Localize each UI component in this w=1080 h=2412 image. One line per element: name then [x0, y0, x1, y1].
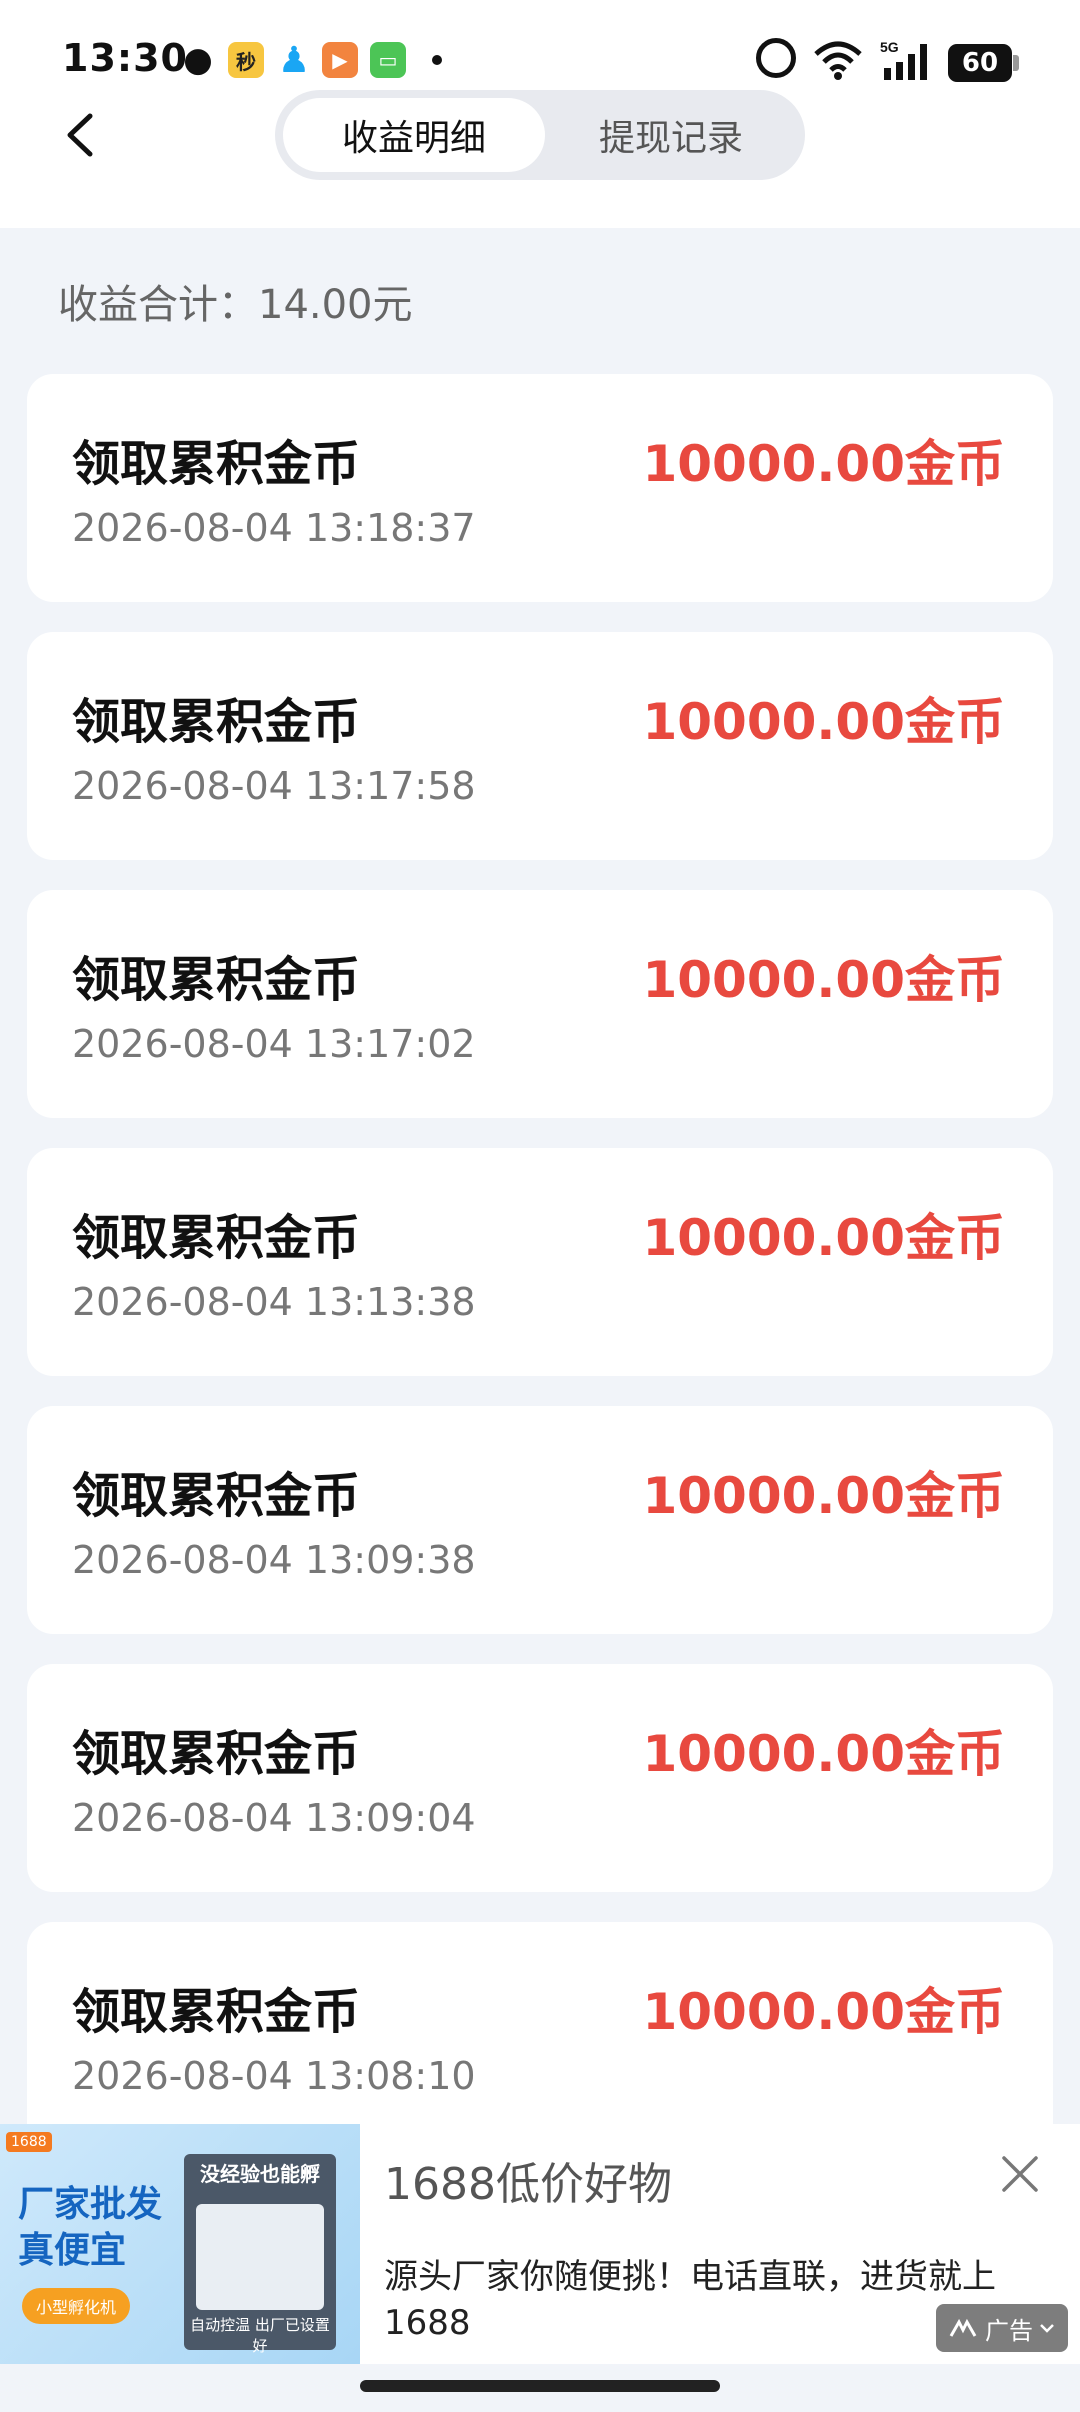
record-amount: 10000.00金币: [642, 1467, 1005, 1525]
close-icon[interactable]: [998, 2152, 1042, 2196]
ad-product-caption-bottom: 自动控温 出厂已设置好: [190, 2316, 330, 2355]
message-app-icon: ▭: [370, 42, 406, 78]
ad-product-inner: [196, 2204, 324, 2310]
ad-image-pill: 小型孵化机: [22, 2288, 131, 2324]
wifi-icon: [814, 41, 862, 80]
ad-image-logo: 1688: [6, 2132, 52, 2152]
record-card: 领取累积金币 2026-08-04 13:09:38 10000.00金币: [27, 1406, 1053, 1634]
wechat-icon: ●: [183, 40, 213, 80]
ad-banner[interactable]: 1688 厂家批发 真便宜 小型孵化机 没经验也能孵 自动控温 出厂已设置好 1…: [0, 2124, 1080, 2364]
tab-withdrawal-records[interactable]: 提现记录: [545, 98, 797, 172]
ad-badge-label: 广告: [985, 2316, 1033, 2345]
record-card: 领取累积金币 2026-08-04 13:09:04 10000.00金币: [27, 1664, 1053, 1892]
ad-platform-icon: [949, 2318, 977, 2337]
notification-app-icon: 秒: [228, 42, 264, 78]
ad-product-caption-top: 没经验也能孵: [200, 2162, 320, 2186]
ad-badge[interactable]: 广告: [936, 2304, 1068, 2352]
record-time: 2026-08-04 13:17:02: [72, 1022, 476, 1066]
record-card: 领取累积金币 2026-08-04 13:17:02 10000.00金币: [27, 890, 1053, 1118]
ad-image-headline-line1: 厂家批发: [18, 2184, 163, 2225]
record-title: 领取累积金币: [72, 436, 361, 492]
record-title: 领取累积金币: [72, 1468, 361, 1524]
record-amount: 10000.00金币: [642, 693, 1005, 751]
network-type-label: 5G: [880, 39, 899, 55]
status-time: 13:30: [62, 36, 188, 80]
record-title: 领取累积金币: [72, 694, 361, 750]
more-notifications-dot: [432, 55, 442, 65]
back-icon[interactable]: [60, 110, 100, 160]
chevron-down-icon: [1040, 2324, 1054, 2333]
record-title: 领取累积金币: [72, 952, 361, 1008]
record-title: 领取累积金币: [72, 1210, 361, 1266]
record-amount: 10000.00金币: [642, 951, 1005, 1009]
video-app-icon: ▶: [322, 42, 358, 78]
alarm-icon: [756, 38, 796, 78]
page: 13:30 ● 秒 ♟ ▶ ▭ 5G 60 收益明细 提现记录 收益合计：14.…: [0, 0, 1080, 2412]
battery-tip: [1013, 55, 1019, 71]
record-title: 领取累积金币: [72, 1726, 361, 1782]
record-amount: 10000.00金币: [642, 435, 1005, 493]
tab-switcher: 收益明细 提现记录: [275, 90, 805, 180]
ad-image-headline: 厂家批发 真便宜: [18, 2182, 162, 2274]
record-time: 2026-08-04 13:13:38: [72, 1280, 476, 1324]
record-amount: 10000.00金币: [642, 1983, 1005, 2041]
battery-icon: 60: [948, 44, 1012, 82]
record-card: 领取累积金币 2026-08-04 13:18:37 10000.00金币: [27, 374, 1053, 602]
signal-icon: 5G: [880, 39, 927, 80]
home-indicator[interactable]: [360, 2380, 720, 2392]
ad-image-headline-line2: 真便宜: [18, 2230, 127, 2271]
record-time: 2026-08-04 13:09:38: [72, 1538, 476, 1582]
record-card: 领取累积金币 2026-08-04 13:13:38 10000.00金币: [27, 1148, 1053, 1376]
record-time: 2026-08-04 13:18:37: [72, 506, 476, 550]
earnings-total: 收益合计：14.00元: [58, 282, 413, 328]
record-time: 2026-08-04 13:09:04: [72, 1796, 476, 1840]
record-card: 领取累积金币 2026-08-04 13:17:58 10000.00金币: [27, 632, 1053, 860]
record-card: 领取累积金币 2026-08-04 13:08:10 10000.00金币: [27, 1922, 1053, 2150]
record-amount: 10000.00金币: [642, 1209, 1005, 1267]
tab-earnings-detail[interactable]: 收益明细: [283, 98, 545, 172]
record-time: 2026-08-04 13:08:10: [72, 2054, 476, 2098]
ad-image[interactable]: 1688 厂家批发 真便宜 小型孵化机 没经验也能孵 自动控温 出厂已设置好: [0, 2124, 360, 2364]
record-amount: 10000.00金币: [642, 1725, 1005, 1783]
record-time: 2026-08-04 13:17:58: [72, 764, 476, 808]
ad-title[interactable]: 1688低价好物: [384, 2148, 672, 2212]
top-bar: 13:30 ● 秒 ♟ ▶ ▭ 5G 60 收益明细 提现记录: [0, 0, 1080, 228]
qq-icon: ♟: [277, 39, 311, 81]
battery-level: 60: [961, 48, 999, 78]
record-title: 领取累积金币: [72, 1984, 361, 2040]
